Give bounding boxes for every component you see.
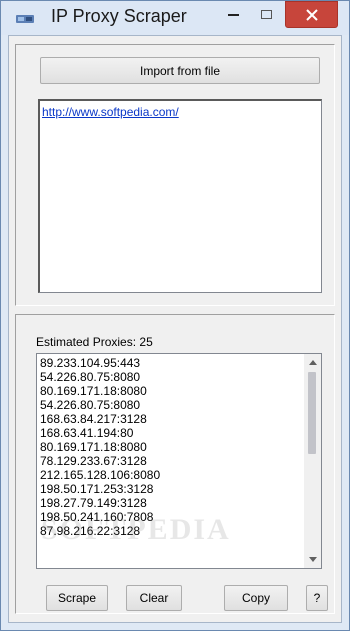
url-panel: Import from file http://www.softpedia.co…: [15, 44, 335, 306]
app-window: IP Proxy Scraper Import from file http:/…: [0, 0, 350, 631]
proxy-list-item[interactable]: 80.169.171.18:8080: [40, 440, 306, 454]
scroll-up-icon: [308, 360, 317, 365]
proxy-list-item[interactable]: 89.233.104.95:443: [40, 356, 306, 370]
proxy-list-item[interactable]: 198.27.79.149:3128: [40, 496, 306, 510]
scrape-button[interactable]: Scrape: [46, 585, 108, 611]
proxy-list-item[interactable]: 198.50.241.160:7808: [40, 510, 306, 524]
app-icon: [15, 12, 35, 24]
minimize-icon: [228, 13, 239, 16]
proxy-list-item[interactable]: 78.129.233.67:3128: [40, 454, 306, 468]
scroll-down-icon: [308, 557, 317, 562]
scrollbar-thumb[interactable]: [308, 372, 316, 454]
import-from-file-button[interactable]: Import from file: [40, 57, 320, 84]
minimize-button[interactable]: [219, 1, 249, 28]
window-title: IP Proxy Scraper: [51, 6, 187, 26]
estimated-proxies-label: Estimated Proxies: 25: [36, 335, 153, 349]
close-icon: [305, 8, 318, 21]
proxy-list-item[interactable]: 212.165.128.106:8080: [40, 468, 306, 482]
url-link[interactable]: http://www.softpedia.com/: [42, 105, 179, 119]
help-button[interactable]: ?: [306, 585, 328, 611]
proxy-list-box[interactable]: 89.233.104.95:443 54.226.80.75:8080 80.169…: [36, 353, 322, 569]
url-textbox[interactable]: http://www.softpedia.com/: [38, 99, 322, 293]
proxies-panel: Estimated Proxies: 25 89.233.104.95:443 5…: [15, 314, 335, 614]
scroll-up-button[interactable]: [304, 354, 321, 371]
clear-button[interactable]: Clear: [126, 585, 182, 611]
title-bar[interactable]: IP Proxy Scraper: [1, 1, 349, 35]
close-button[interactable]: [285, 1, 338, 28]
estimated-label-text: Estimated Proxies:: [36, 335, 137, 349]
copy-button[interactable]: Copy: [224, 585, 288, 611]
proxy-list-item[interactable]: 80.169.171.18:8080: [40, 384, 306, 398]
estimated-count: 25: [139, 335, 153, 349]
proxy-list-item[interactable]: 54.226.80.75:8080: [40, 398, 306, 412]
vertical-scrollbar[interactable]: [304, 354, 321, 568]
maximize-button[interactable]: [252, 1, 282, 28]
proxy-list-item[interactable]: 168.63.84.217:3128: [40, 412, 306, 426]
proxy-list-item[interactable]: 87.98.216.22:3128: [40, 524, 306, 538]
proxy-list-item[interactable]: 54.226.80.75:8080: [40, 370, 306, 384]
client-area: Import from file http://www.softpedia.co…: [8, 35, 342, 623]
maximize-icon: [261, 9, 272, 19]
proxy-list-item[interactable]: 168.63.41.194:80: [40, 426, 306, 440]
proxy-list-item[interactable]: 198.50.171.253:3128: [40, 482, 306, 496]
proxy-list: 89.233.104.95:443 54.226.80.75:8080 80.169…: [40, 356, 306, 538]
scroll-down-button[interactable]: [304, 551, 321, 568]
